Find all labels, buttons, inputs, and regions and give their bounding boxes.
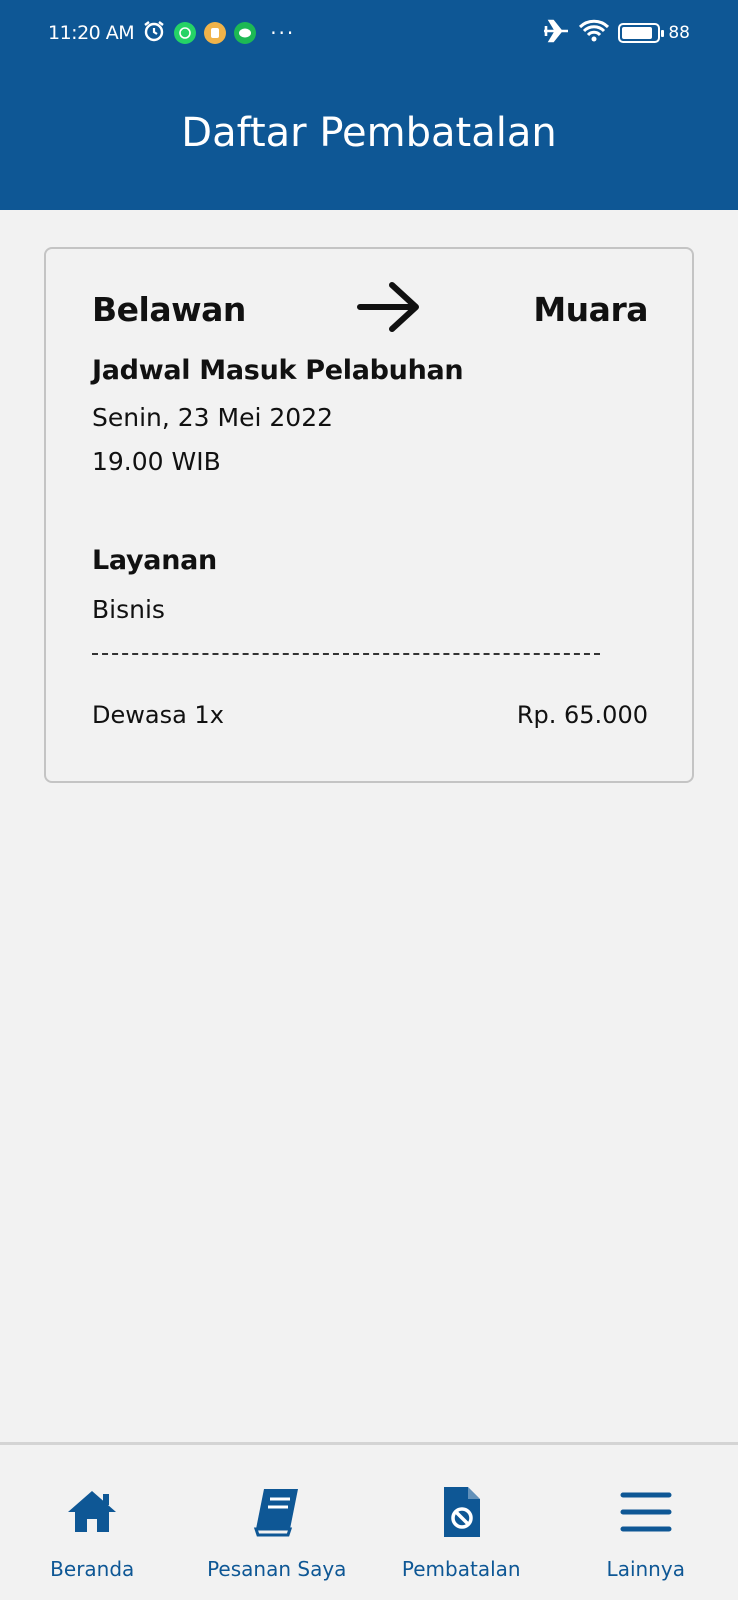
more-notifications-icon: ··· — [270, 21, 296, 45]
cancel-document-icon — [434, 1485, 488, 1543]
nav-label-beranda: Beranda — [50, 1557, 135, 1581]
airplane-mode-icon — [542, 18, 570, 49]
wifi-icon — [578, 19, 610, 48]
alarm-icon — [142, 19, 166, 48]
battery-icon — [618, 23, 665, 43]
route-row: Belawan Muara — [92, 281, 648, 337]
home-icon — [65, 1485, 119, 1543]
service-value: Bisnis — [92, 595, 165, 624]
bottom-navigation: Beranda Pesanan Saya Pembatalan Lainnya — [0, 1442, 738, 1600]
nav-item-pembatalan[interactable]: Pembatalan — [376, 1445, 546, 1581]
battery-level — [622, 27, 653, 39]
whatsapp-icon — [174, 22, 197, 44]
destination-city: Muara — [533, 289, 648, 329]
schedule-label: Jadwal Masuk Pelabuhan — [92, 355, 464, 386]
nav-item-beranda[interactable]: Beranda — [7, 1445, 177, 1581]
schedule-time: 19.00 WIB — [92, 447, 221, 476]
nav-item-lainnya[interactable]: Lainnya — [561, 1445, 731, 1581]
menu-icon — [619, 1485, 673, 1543]
status-left: 11:20 AM ··· — [48, 19, 295, 48]
book-icon — [250, 1485, 304, 1543]
passenger-count: Dewasa 1x — [92, 701, 224, 729]
app-header: 11:20 AM ··· 88 Daftar Pembatalan — [0, 0, 738, 210]
cancellation-card[interactable]: Belawan Muara Jadwal Masuk Pelabuhan Sen… — [44, 247, 694, 783]
passenger-row: Dewasa 1x Rp. 65.000 — [92, 701, 648, 729]
service-label: Layanan — [92, 545, 217, 576]
arrow-right-icon — [356, 279, 424, 339]
schedule-date: Senin, 23 Mei 2022 — [92, 403, 334, 432]
divider — [92, 653, 600, 655]
notification-app-icon — [204, 22, 227, 44]
status-bar: 11:20 AM ··· 88 — [0, 0, 738, 66]
ticket-price: Rp. 65.000 — [516, 701, 648, 729]
nav-label-pesanan-saya: Pesanan Saya — [207, 1557, 347, 1581]
origin-city: Belawan — [92, 289, 246, 329]
nav-label-pembatalan: Pembatalan — [401, 1557, 521, 1581]
battery-percent: 88 — [668, 23, 690, 43]
status-time: 11:20 AM — [48, 22, 135, 44]
nav-label-lainnya: Lainnya — [606, 1557, 685, 1581]
nav-item-pesanan-saya[interactable]: Pesanan Saya — [192, 1445, 362, 1581]
status-right: 88 — [542, 18, 690, 49]
page-title: Daftar Pembatalan — [181, 110, 557, 156]
line-icon — [234, 22, 257, 44]
